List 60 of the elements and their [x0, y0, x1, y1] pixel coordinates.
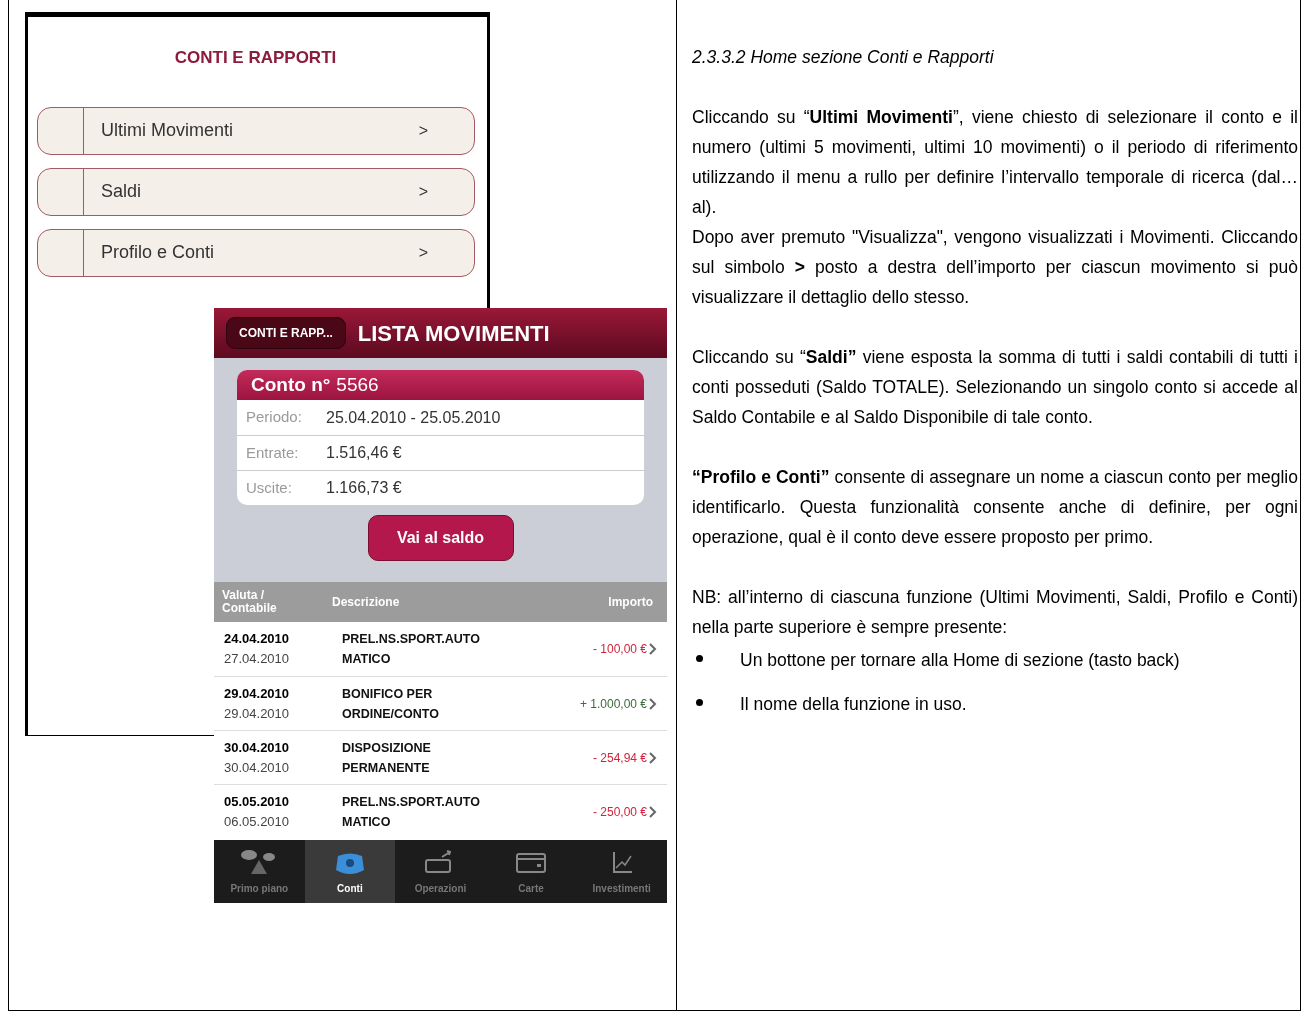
paragraph: NB: all’interno di ciascuna funzione (Ultimi Movimenti, Saldi, Profilo e Conti) nella parte superiore è sempre presente: — [692, 586, 1298, 639]
paragraph: Dopo aver premuto "Visualizza", vengono visualizzati i Movimenti. Cliccando sul simbolo > posto a destra dell’importo per ciascun movimento si può visualizzare il dettaglio dello stesso. — [692, 226, 1298, 309]
tab-bar-item[interactable]: Carte — [485, 840, 577, 903]
value-date: 29.04.2010 — [224, 684, 291, 703]
tab-bar-item[interactable]: Primo piano — [214, 840, 305, 903]
chevron-icon — [649, 697, 657, 710]
menu-item[interactable]: Profilo e Conti > — [37, 228, 475, 277]
value-date: 30.04.2010 — [224, 738, 291, 757]
bullet-icon — [696, 655, 703, 662]
chevron-text: > — [418, 242, 428, 263]
transaction-row[interactable]: 29.04.2010 29.04.2010 BONIFICO PER ORDINE/CONTO + 1.000,00 € — [214, 676, 667, 730]
tab-bar-item[interactable]: Operazioni — [395, 840, 486, 903]
booking-date: 30.04.2010 — [224, 758, 291, 777]
list-item-text: Un bottone per tornare alla Home di sezione (tasto back) — [740, 649, 1180, 672]
transaction-row[interactable]: 24.04.2010 27.04.2010 PREL.NS.SPORT.AUTO MATICO - 100,00 € — [214, 622, 667, 676]
field-label: Uscite: — [246, 477, 293, 498]
booking-date: 06.05.2010 — [224, 812, 291, 831]
list-item-text: Il nome della funzione in uso. — [740, 693, 967, 716]
transaction-amount: - 254,94 € — [592, 749, 647, 767]
chevron-text: > — [418, 181, 428, 202]
chevron-icon — [649, 805, 657, 818]
chevron-icon — [649, 643, 657, 655]
menu-item[interactable]: Ultimi Movimenti > — [37, 106, 475, 155]
account-label: Conto n° — [251, 372, 331, 397]
chevron-text: > — [418, 120, 428, 141]
column-header: Valuta / Contabile — [222, 589, 278, 615]
field-label: Periodo: — [246, 407, 303, 428]
paragraph: “Profilo e Conti” consente di assegnare un nome a ciascun conto per meglio identificarlo. Questa funzionalità consente anche di definire, per ogni operazione, qual è il conto deve essere proposto per primo. — [692, 466, 1298, 549]
transaction-amount: + 1.000,00 € — [579, 695, 647, 713]
bullet-icon — [696, 699, 703, 706]
column-header: Importo — [607, 595, 654, 609]
column-header: Descrizione — [332, 595, 401, 609]
screen-title: LISTA MOVIMENTI — [357, 319, 550, 348]
menu-item[interactable]: Saldi > — [37, 167, 475, 216]
booking-date: 27.04.2010 — [224, 650, 291, 668]
transaction-row[interactable]: 05.05.2010 06.05.2010 PREL.NS.SPORT.AUTO MATICO - 250,00 € — [214, 784, 667, 838]
transaction-description: DISPOSIZIONE PERMANENTE — [342, 739, 432, 777]
booking-date: 29.04.2010 — [224, 704, 291, 723]
transaction-description: BONIFICO PER ORDINE/CONTO — [342, 685, 440, 723]
chevron-icon — [649, 751, 657, 764]
value-date: 24.04.2010 — [224, 630, 291, 648]
transaction-description: PREL.NS.SPORT.AUTO MATICO — [342, 793, 481, 831]
value-date: 05.05.2010 — [224, 792, 291, 811]
transaction-description: PREL.NS.SPORT.AUTO MATICO — [342, 631, 481, 668]
tab-bar-item[interactable]: Conti — [304, 840, 396, 903]
transaction-amount: - 100,00 € — [592, 641, 647, 658]
paragraph: Cliccando su “Saldi” viene esposta la somma di tutti i saldi contabili di tutti i conti posseduti (Saldo TOTALE). Selezionando un singolo conto si accede al Saldo Contabile e al Saldo Disponibile di tale conto. — [692, 346, 1298, 429]
field-value: 1.166,73 € — [326, 478, 402, 498]
back-button[interactable]: CONTI E RAPP... — [226, 317, 346, 349]
tab-bar-item[interactable]: Investimenti — [576, 840, 667, 903]
transaction-amount: - 250,00 € — [592, 803, 647, 821]
account-number: 5566 — [336, 372, 379, 397]
menu-title: CONTI E RAPPORTI — [173, 47, 338, 69]
field-value: 25.04.2010 - 25.05.2010 — [326, 407, 501, 428]
field-label: Entrate: — [246, 442, 300, 463]
paragraph: Cliccando su “Ultimi Movimenti”, viene chiesto di selezionare il conto e il numero (ultimi 5 movimenti, ultimi 10 movimenti) o il periodo di riferimento utilizzando il menu a rullo per definire l’intervallo temporale di ricerca (dal… al). — [692, 106, 1298, 219]
section-heading: 2.3.3.2 Home sezione Conti e Rapporti — [692, 46, 995, 69]
field-value: 1.516,46 € — [326, 443, 402, 463]
transaction-row[interactable]: 30.04.2010 30.04.2010 DISPOSIZIONE PERMANENTE - 254,94 € — [214, 730, 667, 784]
balance-button[interactable]: Vai al saldo — [367, 515, 514, 561]
